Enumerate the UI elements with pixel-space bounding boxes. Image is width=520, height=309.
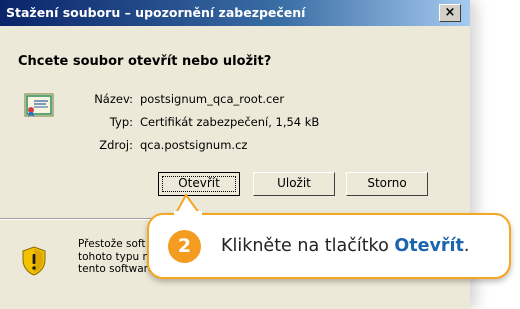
- source-label: Zdroj:: [99, 138, 133, 152]
- callout-pointer-join: [174, 211, 202, 217]
- cancel-button[interactable]: Storno: [346, 172, 428, 196]
- certificate-icon: [24, 93, 54, 123]
- cancel-button-label: Storno: [367, 176, 407, 190]
- callout-text-suffix: .: [463, 236, 470, 256]
- dialog-title: Stažení souboru – upozornění zabezpečení: [6, 5, 306, 20]
- focus-rect: [162, 176, 236, 192]
- type-value: Certifikát zabezpečení, 1,54 kB: [140, 115, 320, 129]
- name-label: Název:: [94, 92, 133, 106]
- step-badge: 2: [168, 230, 201, 263]
- source-value: qca.postsignum.cz: [140, 138, 248, 152]
- save-button[interactable]: Uložit: [253, 172, 335, 196]
- name-value: postsignum_qca_root.cer: [140, 92, 285, 106]
- callout-text-prefix: Klikněte na tlačítko: [221, 236, 389, 256]
- save-button-label: Uložit: [277, 176, 311, 190]
- callout-text-strong: Otevřít: [394, 236, 464, 256]
- type-label: Typ:: [109, 115, 133, 129]
- callout-text: Klikněte na tlačítko Otevřít.: [221, 236, 469, 256]
- close-button[interactable]: ×: [439, 4, 461, 22]
- title-bar[interactable]: Stažení souboru – upozornění zabezpečení…: [0, 0, 470, 26]
- shield-warning-icon: [21, 246, 47, 280]
- dialog-question: Chcete soubor otevřít nebo uložit?: [18, 54, 272, 69]
- close-icon: ×: [444, 5, 456, 20]
